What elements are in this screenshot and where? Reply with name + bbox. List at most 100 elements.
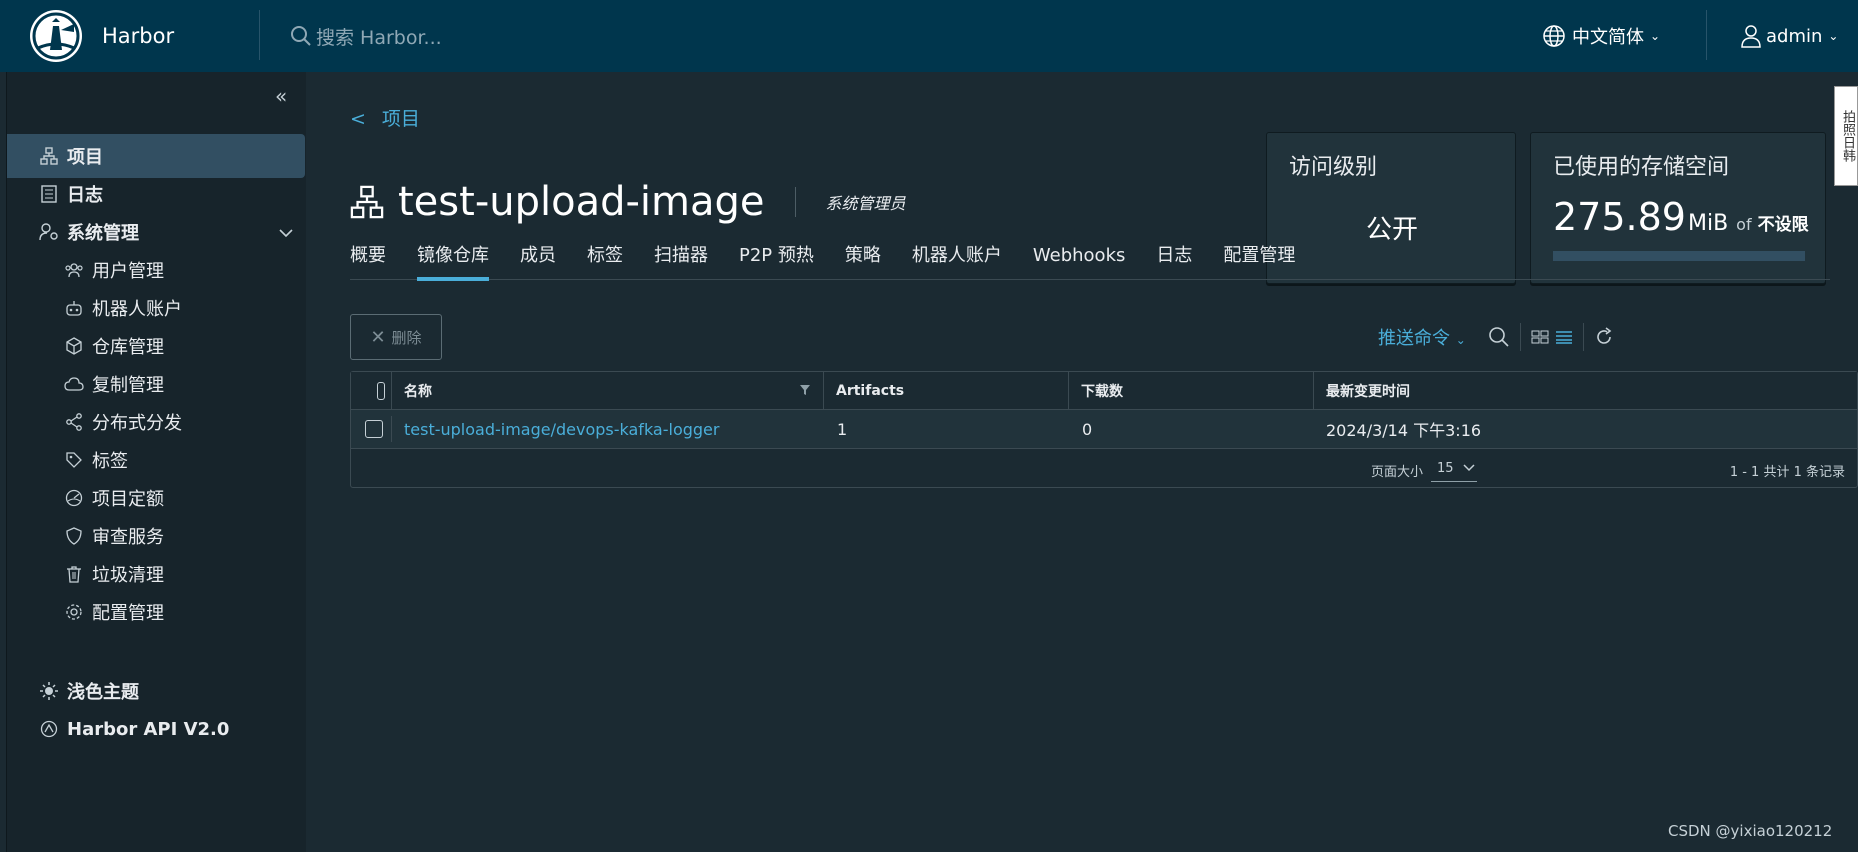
tab-scanner[interactable]: 扫描器 (654, 240, 708, 280)
sidebar-item-label: 仓库管理 (92, 337, 164, 358)
tab-robot-accounts[interactable]: 机器人账户 (912, 240, 1002, 280)
column-label: 名称 (404, 383, 432, 400)
chevron-down-icon: ⌄ (1455, 333, 1466, 347)
api-icon (39, 719, 59, 739)
page-size-value: 15 (1437, 461, 1454, 476)
tab-webhooks[interactable]: Webhooks (1033, 240, 1125, 280)
user-menu[interactable]: admin ⌄ (1740, 18, 1838, 54)
artifacts-count: 1 (837, 419, 848, 439)
refresh-icon[interactable] (1594, 327, 1614, 347)
tab-configuration[interactable]: 配置管理 (1223, 240, 1295, 280)
last-modified: 2024/3/14 下午3:16 (1326, 421, 1482, 440)
user-icon (1741, 25, 1761, 48)
chevron-down-icon: ⌄ (1650, 29, 1661, 43)
app-root: Harbor 搜索 Harbor... 中文简体 ⌄ admin ⌄ « 项目 … (0, 0, 1858, 852)
delete-button[interactable]: ✕ 删除 (350, 314, 442, 360)
row-checkbox[interactable] (365, 410, 383, 448)
sidebar-item-label: 审查服务 (92, 527, 164, 548)
sidebar-item-label: 复制管理 (92, 375, 164, 396)
table-footer: 页面大小 15 1 - 1 共计 1 条记录 (351, 450, 1857, 488)
title-divider (794, 187, 796, 217)
watermark: CSDN @yixiao120212 (1668, 822, 1833, 840)
admin-icon (39, 222, 59, 242)
storage-unit: MiB (1687, 211, 1729, 236)
language-switcher[interactable]: 中文简体 ⌄ (1542, 18, 1660, 54)
row-divider (391, 416, 392, 442)
chevron-down-icon (1463, 461, 1475, 476)
replication-icon (64, 374, 84, 394)
page-title: test-upload-image (398, 179, 765, 225)
grid-view-icon[interactable] (1531, 330, 1549, 344)
shield-icon (64, 526, 84, 546)
sidebar-item-label: 项目 (67, 147, 103, 168)
project-tabs: 概要 镜像仓库 成员 标签 扫描器 P2P 预热 策略 机器人账户 Webhoo… (350, 240, 1830, 281)
select-all-checkbox[interactable] (365, 372, 385, 409)
back-label: 项目 (381, 108, 420, 130)
column-header-pulls[interactable]: 下载数 (1068, 372, 1313, 409)
tab-repositories[interactable]: 镜像仓库 (417, 240, 489, 281)
list-view-icon[interactable] (1555, 330, 1573, 344)
project-title-row: test-upload-image 系统管理员 (350, 172, 906, 232)
table-row[interactable]: test-upload-image/devops-kafka-logger 1 … (351, 410, 1857, 449)
side-widget[interactable]: 拍照日韩 (1834, 86, 1858, 186)
sidebar-item-label: 日志 (67, 185, 103, 206)
page-size-select[interactable]: 15 (1431, 456, 1477, 482)
main-content: < 项目 test-upload-image 系统管理员 访问级别 公开 已使用的… (306, 72, 1858, 852)
column-header-last-modified[interactable]: 最新变更时间 (1313, 372, 1857, 409)
toolbar-divider (1519, 323, 1521, 351)
sidebar-item-label: 配置管理 (92, 603, 164, 624)
storage-limit: 不设限 (1757, 215, 1809, 235)
gear-icon (64, 602, 84, 622)
tab-logs[interactable]: 日志 (1156, 240, 1192, 280)
sidebar-item-label: 用户管理 (92, 261, 164, 282)
tag-icon (64, 450, 84, 470)
collapse-sidebar-icon[interactable]: « (275, 84, 287, 108)
harbor-api-link[interactable]: Harbor API V2.0 (7, 707, 307, 751)
brand[interactable]: Harbor (30, 8, 260, 64)
storage-of: of (1736, 215, 1752, 234)
pagination-info: 1 - 1 共计 1 条记录 (1729, 465, 1845, 480)
app-name: Harbor (102, 24, 175, 48)
tab-labels[interactable]: 标签 (587, 240, 623, 280)
chevron-left-icon: < (350, 108, 366, 130)
storage-value: 275.89 (1553, 195, 1686, 239)
header-divider (259, 10, 260, 60)
share-icon (64, 412, 84, 432)
filter-icon[interactable] (799, 384, 811, 400)
search-placeholder: 搜索 Harbor... (316, 26, 442, 49)
username: admin (1766, 25, 1823, 47)
search-icon (291, 26, 311, 46)
search-icon[interactable] (1488, 326, 1510, 348)
users-icon (64, 260, 84, 280)
globe-icon (1543, 25, 1565, 47)
tab-summary[interactable]: 概要 (350, 240, 386, 280)
sun-icon (39, 681, 59, 701)
api-label: Harbor API V2.0 (67, 718, 230, 740)
sidebar-item-label: 系统管理 (67, 223, 139, 244)
sidebar-item-label: 项目定额 (92, 489, 164, 510)
harbor-logo-icon (30, 10, 82, 62)
tab-policy[interactable]: 策略 (845, 240, 881, 280)
logs-icon (39, 184, 59, 204)
language-label: 中文简体 (1572, 27, 1644, 48)
sidebar-item-configuration[interactable]: 配置管理 (7, 590, 307, 634)
column-header-name[interactable]: 名称 (391, 372, 823, 409)
push-command-dropdown[interactable]: 推送命令 ⌄ (1378, 324, 1466, 350)
sidebar-item-label: 分布式分发 (92, 413, 182, 434)
access-level-label: 访问级别 (1289, 155, 1378, 180)
sidebar: « 项目 日志 系统管理 用户管理 机器人账户 仓库管理 复制管理 分布式分发 … (6, 72, 306, 852)
projects-icon (350, 185, 384, 219)
repo-toolbar: 推送命令 ⌄ (1378, 314, 1620, 360)
global-search[interactable]: 搜索 Harbor... (290, 18, 442, 54)
tab-p2p-preheat[interactable]: P2P 预热 (739, 240, 814, 280)
header-divider (1706, 10, 1707, 60)
repository-name-link[interactable]: test-upload-image/devops-kafka-logger (404, 410, 719, 448)
registry-icon (64, 336, 84, 356)
back-to-projects-link[interactable]: < 项目 (350, 104, 420, 131)
repositories-table: 名称 Artifacts 下载数 最新变更时间 test-upload-imag… (350, 371, 1858, 488)
column-label: 下载数 (1081, 383, 1123, 400)
sidebar-item-label: 标签 (92, 451, 128, 472)
column-header-artifacts[interactable]: Artifacts (823, 372, 1068, 409)
tab-members[interactable]: 成员 (520, 240, 556, 280)
chevron-down-icon (279, 222, 293, 243)
